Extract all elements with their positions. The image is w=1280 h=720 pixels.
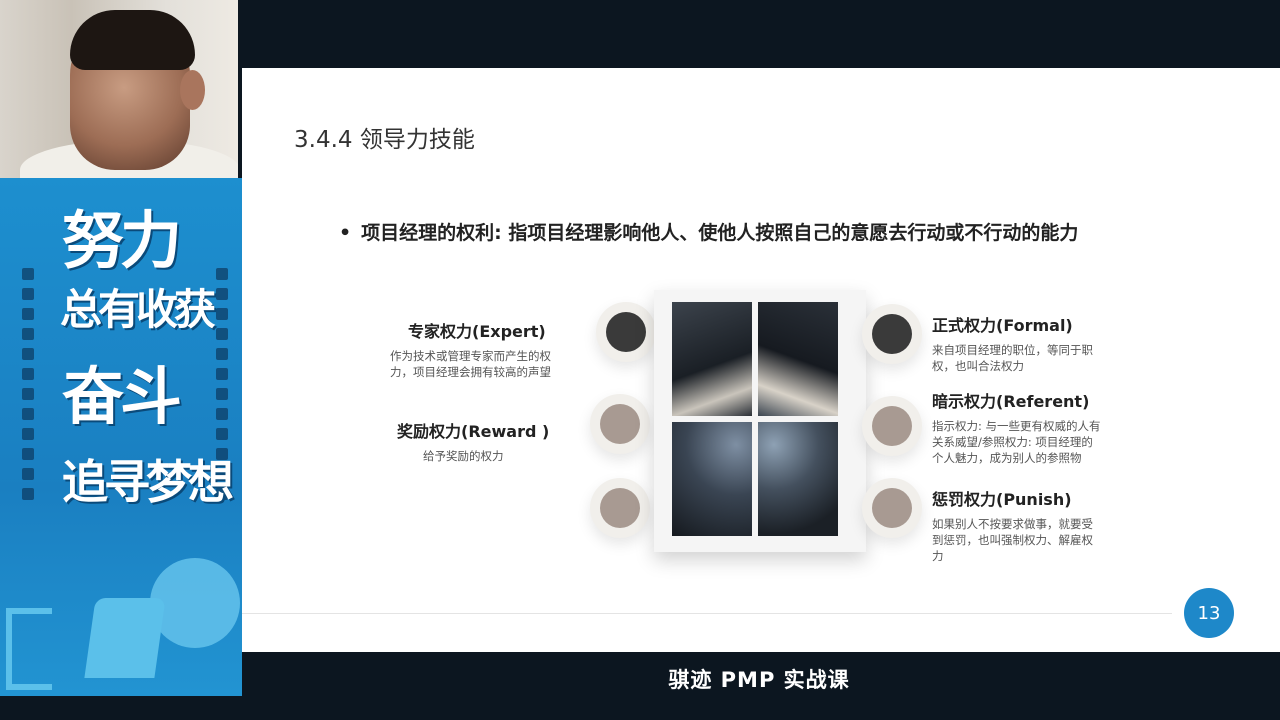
power-description: 来自项目经理的职位，等同于职权，也叫合法权力 bbox=[932, 343, 1093, 373]
bullet-circle-formal bbox=[872, 314, 912, 354]
promo-banner: 努力 总有收获 奋斗 追寻梦想 bbox=[0, 178, 242, 696]
image-tile bbox=[758, 302, 838, 416]
bullet-circle-punish bbox=[872, 488, 912, 528]
image-tile bbox=[672, 422, 752, 536]
presentation-slide: 3.4.4 领导力技能 • 项目经理的权利: 指项目经理影响他人、使他人按照自己的… bbox=[242, 68, 1280, 652]
power-reward: 奖励权力(Reward ) 给予奖励的权力 bbox=[397, 418, 577, 464]
power-title: 正式权力(Formal) bbox=[932, 316, 1073, 335]
power-title: 专家权力(Expert) bbox=[408, 322, 546, 341]
slide-title: 3.4.4 领导力技能 bbox=[294, 127, 475, 153]
banner-line-3: 奋斗 bbox=[62, 360, 182, 433]
power-title: 暗示权力(Referent) bbox=[932, 392, 1090, 411]
power-title: 奖励权力(Reward ) bbox=[397, 422, 550, 441]
banner-vertical-text-left bbox=[22, 268, 38, 500]
handshake-globe-image bbox=[654, 290, 866, 552]
power-expert: 专家权力(Expert) 作为技术或管理专家而产生的权力，项目经理会拥有较高的声… bbox=[390, 318, 570, 380]
banner-line-2: 总有收获 bbox=[60, 285, 216, 334]
banner-line-4: 追寻梦想 bbox=[62, 455, 234, 509]
bullet-circle-reward bbox=[600, 404, 640, 444]
bullet-text: 项目经理的权利: 指项目经理影响他人、使他人按照自己的意愿去行动或不行动的能力 bbox=[361, 222, 1079, 244]
power-description: 如果别人不按要求做事，就要受到惩罚，也叫强制权力、解雇权力 bbox=[932, 517, 1093, 563]
power-description: 给予奖励的权力 bbox=[423, 449, 504, 463]
bullet-circle-empty bbox=[600, 488, 640, 528]
bullet-circle-expert bbox=[606, 312, 646, 352]
power-title: 惩罚权力(Punish) bbox=[932, 490, 1072, 509]
power-description: 作为技术或管理专家而产生的权力，项目经理会拥有较高的声望 bbox=[390, 349, 551, 379]
power-referent: 暗示权力(Referent) 指示权力: 与一些更有权威的人有关系威望/参照权力… bbox=[932, 388, 1102, 466]
webcam-video bbox=[0, 0, 238, 178]
bullet-dot-icon: • bbox=[339, 222, 352, 244]
bullet-circle-referent bbox=[872, 406, 912, 446]
power-formal: 正式权力(Formal) 来自项目经理的职位，等同于职权，也叫合法权力 bbox=[932, 312, 1102, 374]
image-tile bbox=[672, 302, 752, 416]
presenter-ear bbox=[180, 70, 205, 110]
bullet-point: • 项目经理的权利: 指项目经理影响他人、使他人按照自己的意愿去行动或不行动的能力 bbox=[339, 218, 1078, 245]
power-punish: 惩罚权力(Punish) 如果别人不按要求做事，就要受到惩罚，也叫强制权力、解雇… bbox=[932, 486, 1102, 564]
image-tile bbox=[758, 422, 838, 536]
power-description: 指示权力: 与一些更有权威的人有关系威望/参照权力: 项目经理的个人魅力，成为别… bbox=[932, 419, 1101, 465]
presenter-hair bbox=[70, 10, 195, 70]
page-number-badge: 13 bbox=[1184, 588, 1234, 638]
video-subtitle: 骐迹 PMP 实战课 bbox=[668, 668, 850, 692]
banner-line-1: 努力 bbox=[62, 204, 182, 277]
slide-divider bbox=[242, 613, 1172, 614]
